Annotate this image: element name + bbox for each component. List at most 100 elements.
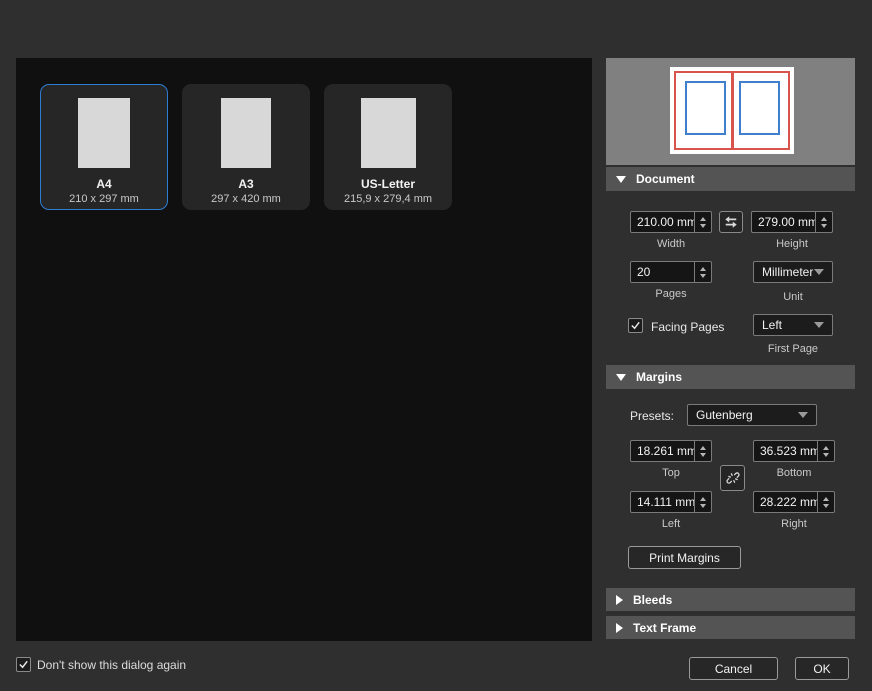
template-size: 297 x 420 mm bbox=[211, 193, 281, 205]
chevron-down-icon bbox=[798, 412, 808, 418]
template-card-a4[interactable]: A4 210 x 297 mm bbox=[40, 84, 168, 210]
section-header-text-frame[interactable]: Text Frame bbox=[606, 616, 855, 639]
margin-right-spinbox[interactable] bbox=[753, 491, 835, 513]
spread-preview bbox=[670, 67, 794, 154]
first-page-label: First Page bbox=[767, 343, 819, 355]
triangle-right-icon bbox=[616, 622, 623, 633]
margin-right-label: Right bbox=[781, 518, 807, 530]
template-card-us-letter[interactable]: US-Letter 215,9 x 279,4 mm bbox=[324, 84, 452, 210]
template-size: 210 x 297 mm bbox=[69, 193, 139, 205]
pages-input[interactable] bbox=[631, 262, 694, 282]
template-panel: A4 210 x 297 mm A3 297 x 420 mm US-Lette… bbox=[16, 58, 592, 641]
new-document-dialog: A4 210 x 297 mm A3 297 x 420 mm US-Lette… bbox=[0, 0, 872, 691]
check-icon bbox=[19, 660, 28, 669]
height-spinner-buttons[interactable] bbox=[815, 212, 832, 232]
section-header-document[interactable]: Document bbox=[606, 167, 855, 191]
spine-line bbox=[730, 71, 734, 150]
unit-dropdown[interactable]: Millimeter bbox=[753, 261, 833, 283]
pages-spinbox[interactable] bbox=[630, 261, 712, 283]
left-page-margins bbox=[685, 81, 726, 135]
width-label: Width bbox=[656, 238, 686, 250]
section-label: Text Frame bbox=[633, 620, 697, 635]
margin-left-input[interactable] bbox=[631, 492, 694, 512]
chevron-down-icon bbox=[814, 269, 824, 275]
presets-label: Presets: bbox=[630, 409, 675, 423]
section-label: Document bbox=[636, 172, 695, 186]
spin-up-icon[interactable] bbox=[823, 445, 829, 450]
swap-dimensions-button[interactable] bbox=[719, 211, 743, 233]
link-margins-button[interactable] bbox=[720, 465, 745, 491]
spin-down-icon[interactable] bbox=[700, 223, 706, 228]
spin-up-icon[interactable] bbox=[823, 496, 829, 501]
margin-bottom-spinner-buttons[interactable] bbox=[817, 441, 834, 461]
page-thumbnail bbox=[221, 98, 271, 168]
pages-label: Pages bbox=[655, 288, 687, 300]
template-name: A4 bbox=[96, 177, 112, 191]
spin-down-icon[interactable] bbox=[823, 503, 829, 508]
dont-show-again-checkbox[interactable] bbox=[16, 657, 31, 672]
right-page-margins bbox=[739, 81, 780, 135]
margin-right-spinner-buttons[interactable] bbox=[817, 492, 834, 512]
cancel-button[interactable]: Cancel bbox=[689, 657, 778, 680]
template-size: 215,9 x 279,4 mm bbox=[343, 193, 433, 205]
triangle-down-icon bbox=[616, 373, 626, 381]
width-spinner-buttons[interactable] bbox=[694, 212, 711, 232]
first-page-dropdown[interactable]: Left bbox=[753, 314, 833, 336]
template-name: US-Letter bbox=[360, 177, 415, 191]
page-thumbnail bbox=[78, 98, 130, 168]
ok-button[interactable]: OK bbox=[795, 657, 849, 680]
margin-top-spinbox[interactable] bbox=[630, 440, 712, 462]
margin-right-input[interactable] bbox=[754, 492, 817, 512]
first-page-value: Left bbox=[762, 318, 783, 332]
margin-bottom-spinbox[interactable] bbox=[753, 440, 835, 462]
section-label: Bleeds bbox=[633, 592, 673, 607]
chevron-down-icon bbox=[814, 322, 824, 328]
swap-arrows-icon bbox=[725, 216, 737, 228]
margin-bottom-label: Bottom bbox=[776, 467, 812, 479]
height-spinbox[interactable] bbox=[751, 211, 833, 233]
spin-up-icon[interactable] bbox=[821, 216, 827, 221]
margin-left-spinner-buttons[interactable] bbox=[694, 492, 711, 512]
facing-pages-checkbox[interactable] bbox=[628, 318, 643, 333]
template-row: A4 210 x 297 mm A3 297 x 420 mm US-Lette… bbox=[16, 58, 592, 210]
spin-down-icon[interactable] bbox=[821, 223, 827, 228]
check-icon bbox=[631, 321, 640, 330]
dont-show-again-label: Don't show this dialog again bbox=[37, 658, 187, 672]
margin-bottom-input[interactable] bbox=[754, 441, 817, 461]
broken-chain-icon bbox=[725, 472, 740, 484]
spin-down-icon[interactable] bbox=[700, 273, 706, 278]
spin-up-icon[interactable] bbox=[700, 445, 706, 450]
triangle-down-icon bbox=[616, 175, 626, 183]
triangle-right-icon bbox=[616, 594, 623, 605]
spin-down-icon[interactable] bbox=[700, 452, 706, 457]
spin-up-icon[interactable] bbox=[700, 266, 706, 271]
width-spinbox[interactable] bbox=[630, 211, 712, 233]
margin-top-label: Top bbox=[662, 467, 680, 479]
pages-spinner-buttons[interactable] bbox=[694, 262, 711, 282]
facing-pages-label: Facing Pages bbox=[651, 320, 725, 334]
template-card-a3[interactable]: A3 297 x 420 mm bbox=[182, 84, 310, 210]
section-label: Margins bbox=[636, 370, 683, 384]
height-label: Height bbox=[776, 238, 808, 250]
presets-dropdown[interactable]: Gutenberg bbox=[687, 404, 817, 426]
margin-left-label: Left bbox=[661, 518, 681, 530]
template-name: A3 bbox=[238, 177, 254, 191]
unit-label: Unit bbox=[783, 291, 803, 303]
spin-up-icon[interactable] bbox=[700, 496, 706, 501]
section-header-margins[interactable]: Margins bbox=[606, 365, 855, 389]
spin-up-icon[interactable] bbox=[700, 216, 706, 221]
page-thumbnail bbox=[360, 98, 416, 168]
margin-left-spinbox[interactable] bbox=[630, 491, 712, 513]
margin-top-spinner-buttons[interactable] bbox=[694, 441, 711, 461]
spin-down-icon[interactable] bbox=[700, 503, 706, 508]
margin-top-input[interactable] bbox=[631, 441, 694, 461]
width-input[interactable] bbox=[631, 212, 694, 232]
presets-value: Gutenberg bbox=[696, 408, 753, 422]
unit-value: Millimeter bbox=[762, 265, 814, 279]
height-input[interactable] bbox=[752, 212, 815, 232]
print-margins-button[interactable]: Print Margins bbox=[628, 546, 741, 569]
spin-down-icon[interactable] bbox=[823, 452, 829, 457]
page-layout-preview bbox=[606, 58, 855, 165]
page-outline bbox=[674, 71, 790, 150]
section-header-bleeds[interactable]: Bleeds bbox=[606, 588, 855, 611]
